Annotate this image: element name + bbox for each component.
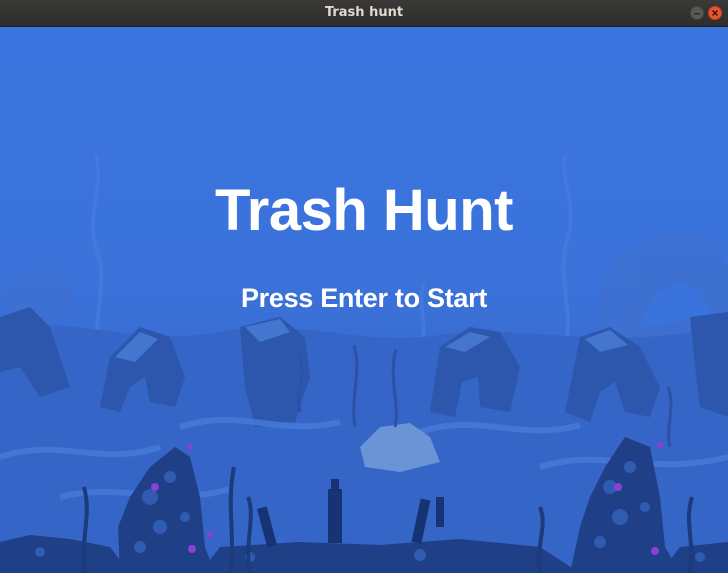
window-title: Trash hunt (324, 5, 404, 20)
close-button[interactable] (708, 6, 722, 20)
game-canvas[interactable]: Trash Hunt Press Enter to Start (0, 27, 728, 573)
start-prompt: Press Enter to Start (240, 283, 488, 313)
minimize-button[interactable] (690, 6, 704, 20)
game-window: Trash hunt Trash Hunt Press Enter to Sta… (0, 0, 728, 573)
close-icon (711, 9, 719, 17)
minimize-icon (694, 13, 700, 15)
game-title: Trash Hunt (215, 178, 513, 243)
window-titlebar[interactable]: Trash hunt (0, 0, 728, 27)
